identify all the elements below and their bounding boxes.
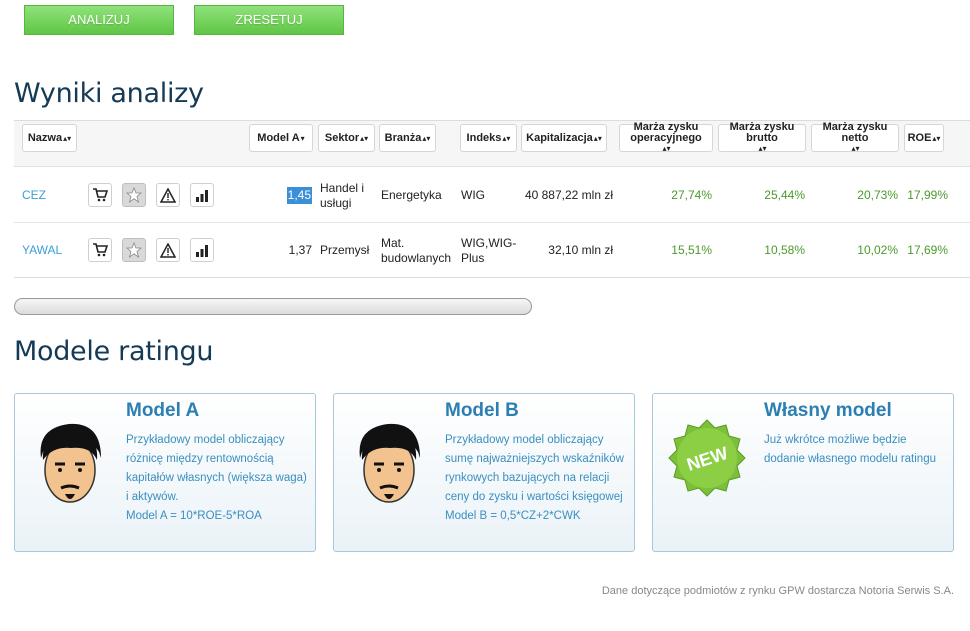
index-value: WIG xyxy=(461,188,485,202)
card-description: Już wkrótce możliwe będzie dodanie własn… xyxy=(764,434,936,465)
results-table: Nazwa ▴▾ Model A ▾ Sektor ▴▾ Branża ▴▾ Indek… xyxy=(14,120,970,278)
card-title: Model A xyxy=(126,400,200,421)
warning-icon[interactable] xyxy=(156,238,180,262)
card-title: Własny model xyxy=(764,400,892,421)
column-header-roe[interactable]: ROE ▴▾ xyxy=(904,124,944,152)
sector-value: Handel i usługi xyxy=(320,180,365,210)
column-header-name[interactable]: Nazwa ▴▾ xyxy=(22,124,77,152)
bar-chart-icon[interactable] xyxy=(190,183,214,207)
model-a-value: 1,37 xyxy=(288,243,312,257)
table-row: YAWAL 1,37 Przemysł Mat. budowlanych WIG… xyxy=(14,223,970,278)
footer-credit: Dane dotyczące podmiotów z rynku GPW dos… xyxy=(601,585,954,597)
gross-margin-value: 25,44% xyxy=(764,188,805,202)
column-header-gross-margin[interactable]: Marża zysku brutto ▴▾ xyxy=(718,122,806,153)
company-name-link[interactable]: YAWAL xyxy=(22,223,62,278)
column-header-sector[interactable]: Sektor ▴▾ xyxy=(318,124,375,152)
avatar-icon xyxy=(40,423,101,503)
column-header-capitalization[interactable]: Kapitalizacja ▴▾ xyxy=(521,124,607,152)
cart-icon[interactable] xyxy=(88,238,112,262)
horizontal-scrollbar[interactable] xyxy=(14,298,532,315)
models-title: Modele ratingu xyxy=(14,336,214,367)
operating-margin-value: 27,74% xyxy=(671,188,712,202)
model-card-custom[interactable]: NEW Własny model Już wkrótce możliwe będ… xyxy=(652,393,954,552)
capitalization-value: 40 887,22 mln zł xyxy=(524,188,613,202)
avatar-icon xyxy=(359,423,420,503)
gross-margin-value: 10,58% xyxy=(764,243,805,257)
results-title: Wyniki analizy xyxy=(14,78,204,109)
card-title: Model B xyxy=(445,400,519,421)
column-header-index[interactable]: Indeks ▴▾ xyxy=(460,124,517,152)
column-header-model-a[interactable]: Model A ▾ xyxy=(249,124,313,152)
column-header-net-margin[interactable]: Marża zysku netto ▴▾ xyxy=(811,122,899,153)
model-card-a[interactable]: Model A Przykładowy model obliczający ró… xyxy=(14,393,316,552)
model-card-b[interactable]: Model B Przykładowy model obliczający su… xyxy=(333,393,635,552)
model-a-value: 1,45 xyxy=(286,187,312,204)
card-description: Przykładowy model obliczający różnicę mi… xyxy=(126,434,307,522)
index-value: WIG,WIG-Plus xyxy=(461,235,517,265)
new-badge-icon: NEW xyxy=(668,419,746,497)
table-header: Nazwa ▴▾ Model A ▾ Sektor ▴▾ Branża ▴▾ Indek… xyxy=(14,121,970,167)
bar-chart-icon[interactable] xyxy=(190,238,214,262)
company-name-link[interactable]: CEZ xyxy=(22,168,46,223)
table-row: CEZ 1,45 Handel i usługi Energetyka WIG … xyxy=(14,168,970,223)
net-margin-value: 10,02% xyxy=(857,243,898,257)
column-header-industry[interactable]: Branża ▴▾ xyxy=(379,124,436,152)
capitalization-value: 32,10 mln zł xyxy=(548,243,613,257)
cart-icon[interactable] xyxy=(88,183,112,207)
card-description: Przykładowy model obliczający sumę najwa… xyxy=(445,434,624,522)
star-icon[interactable] xyxy=(122,183,146,207)
industry-value: Energetyka xyxy=(381,188,442,202)
star-icon[interactable] xyxy=(122,238,146,262)
analyze-button[interactable]: ANALIZUJ xyxy=(24,5,174,35)
net-margin-value: 20,73% xyxy=(857,188,898,202)
roe-value: 17,69% xyxy=(907,243,948,257)
sector-value: Przemysł xyxy=(320,243,370,257)
roe-value: 17,99% xyxy=(907,188,948,202)
operating-margin-value: 15,51% xyxy=(671,243,712,257)
reset-button[interactable]: ZRESETUJ xyxy=(194,5,344,35)
industry-value: Mat. budowlanych xyxy=(381,235,452,265)
card-formula: Model B = 0,5*CZ+2*CWK xyxy=(445,510,581,522)
warning-icon[interactable] xyxy=(156,183,180,207)
column-header-operating-margin[interactable]: Marża zysku operacyjnego ▴▾ xyxy=(619,122,713,153)
card-formula: Model A = 10*ROE-5*ROA xyxy=(126,510,262,522)
